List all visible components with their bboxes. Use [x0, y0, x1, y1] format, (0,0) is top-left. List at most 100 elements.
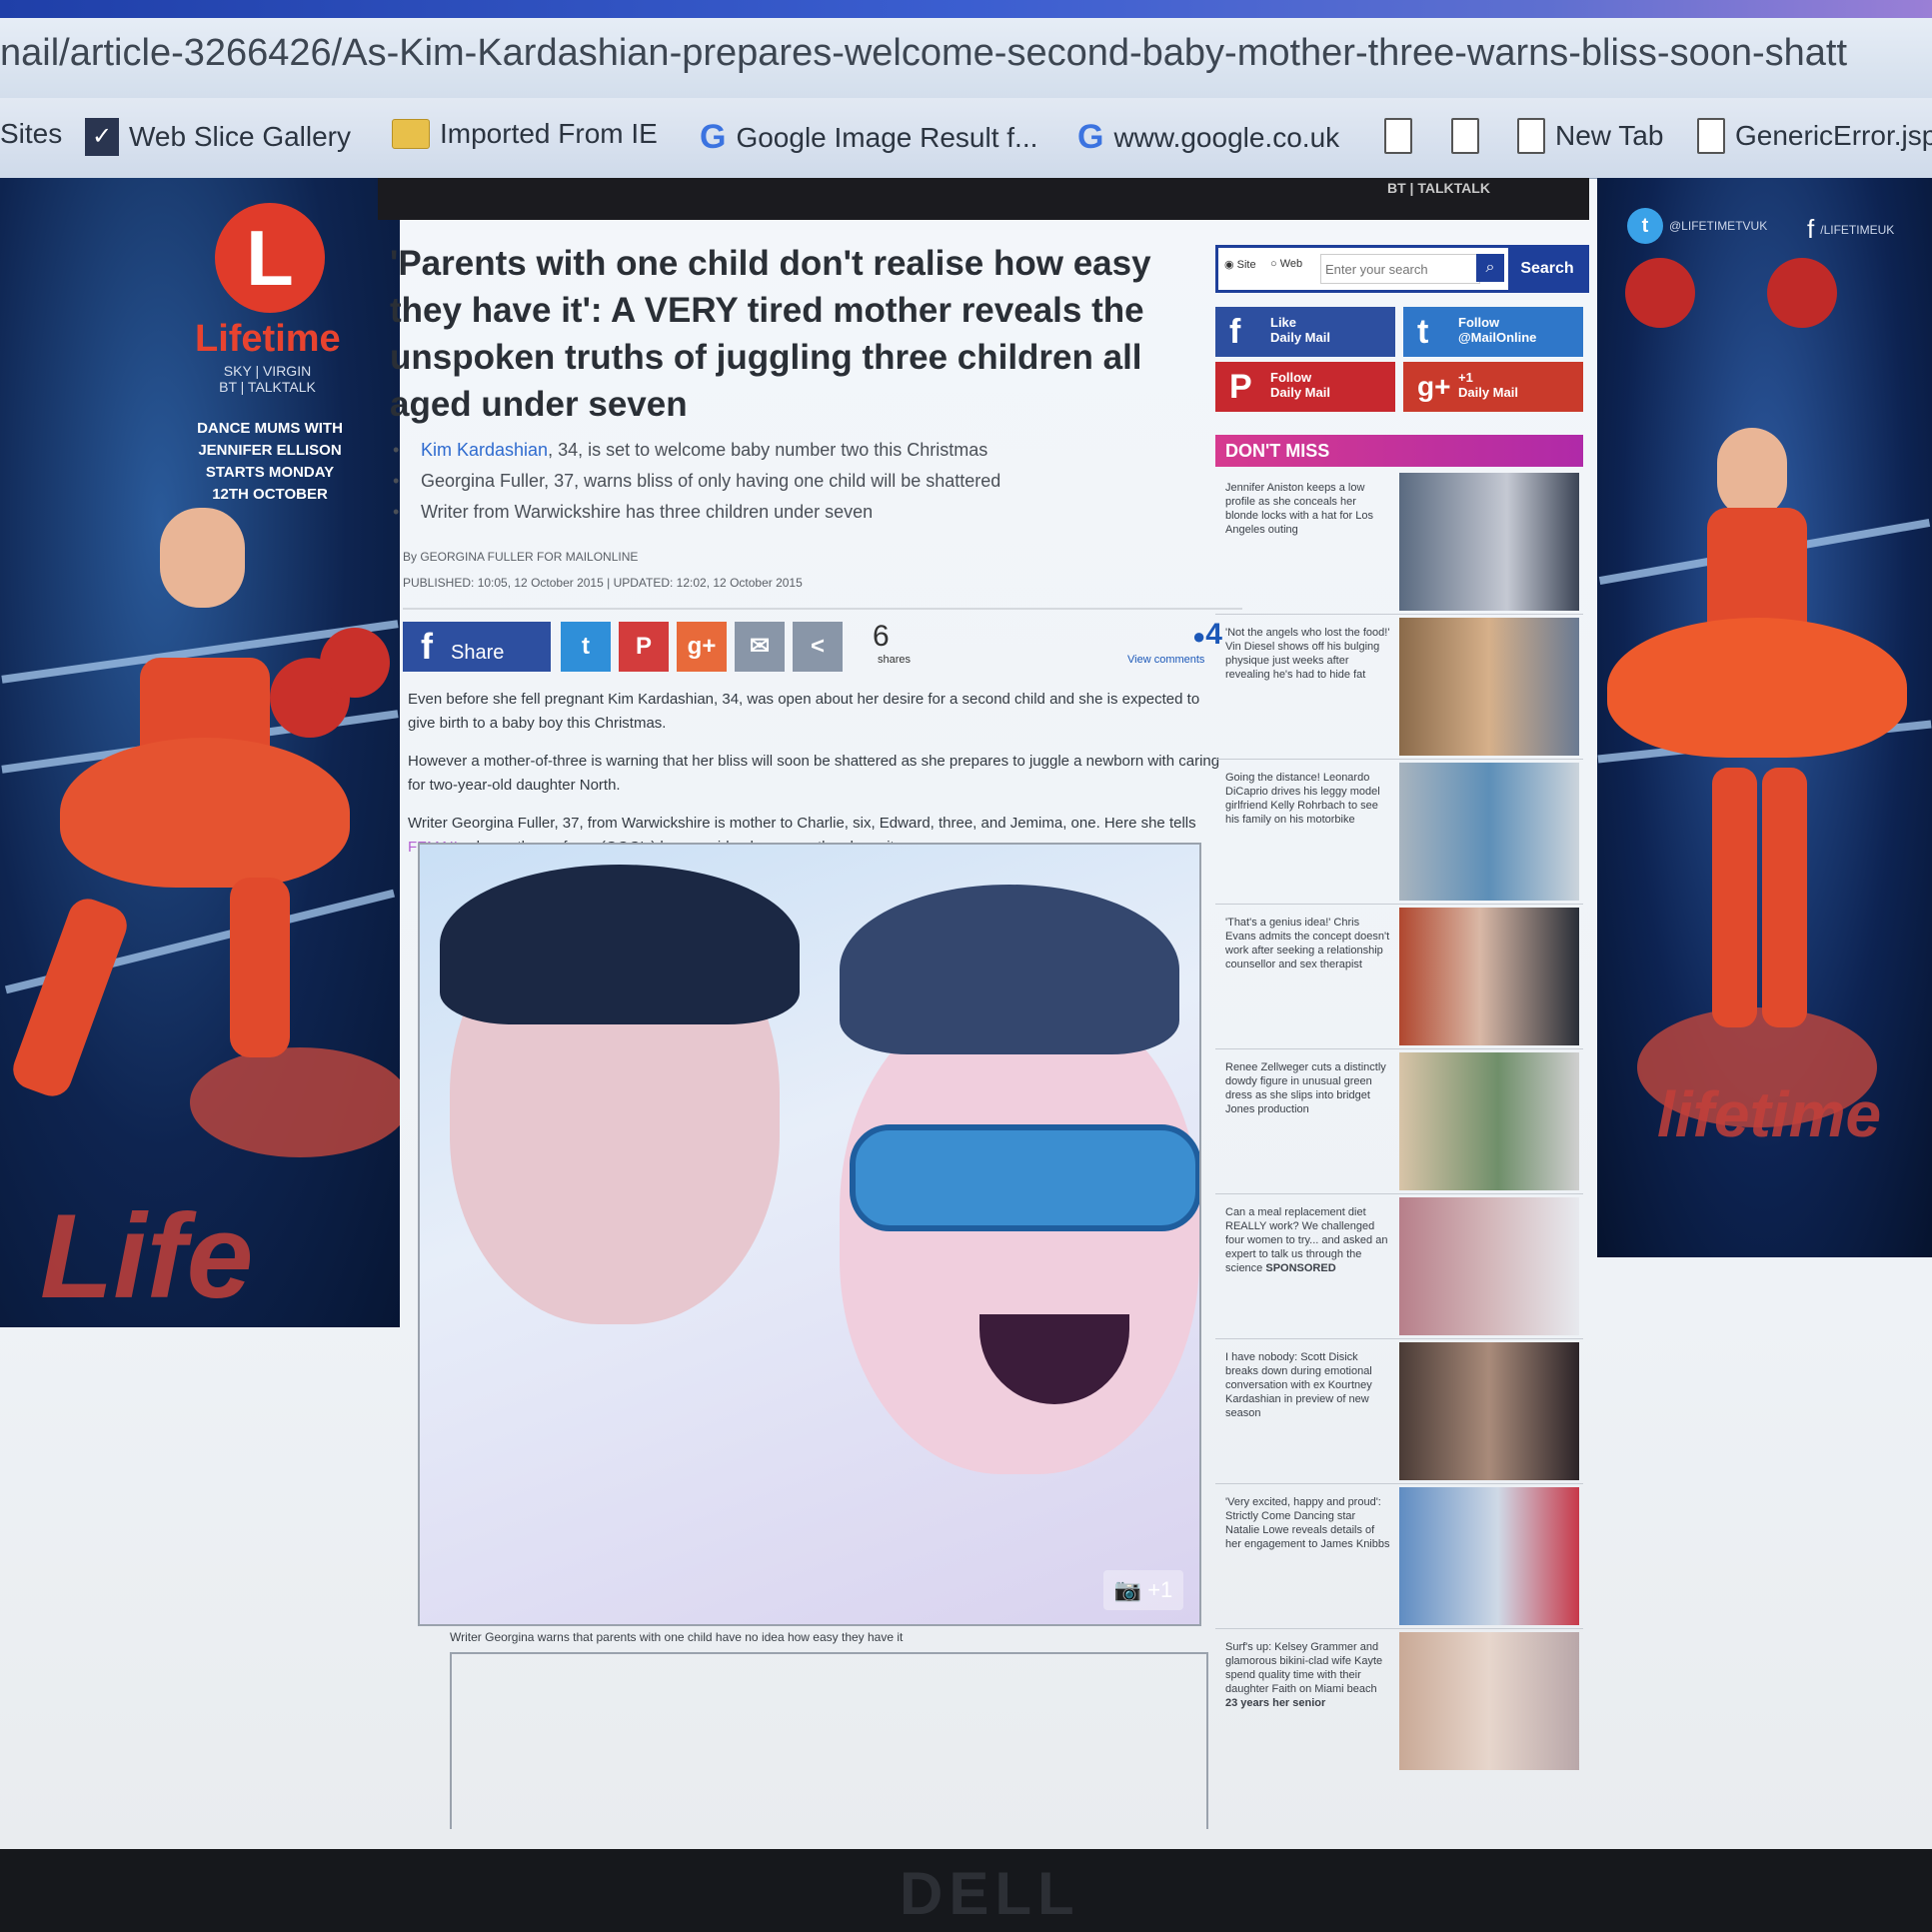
summary-bullet: Georgina Fuller, 37, warns bliss of only…: [393, 471, 1232, 492]
facebook-handle-text: /LIFETIMEUK: [1820, 222, 1895, 237]
dont-miss-thumbnail: [1399, 908, 1579, 1045]
twitter-icon: t: [1417, 313, 1429, 351]
article-paragraph: However a mother-of-three is warning tha…: [408, 753, 1220, 794]
search-button[interactable]: Search: [1508, 248, 1586, 290]
monitor-screen: nail/article-3266426/As-Kim-Kardashian-p…: [0, 0, 1932, 1849]
social-line: Follow: [1270, 370, 1312, 385]
dancer-head: [160, 508, 245, 608]
search-input[interactable]: [1320, 254, 1480, 284]
url-text[interactable]: nail/article-3266426/As-Kim-Kardashian-p…: [0, 32, 1847, 75]
embedded-ad-box: [450, 1652, 1208, 1829]
comment-bubble-icon: ●: [1192, 624, 1206, 649]
search-icon[interactable]: ⌕: [1476, 254, 1504, 282]
dancer-head: [1717, 428, 1787, 518]
social-text: Like Daily Mail: [1270, 315, 1330, 345]
share-bar: f Share t P g+ ✉ < 6 shares ●4 View comme…: [403, 608, 1242, 684]
dont-miss-item[interactable]: Surf's up: Kelsey Grammer and glamorous …: [1215, 1632, 1583, 1774]
twitter-handle-text: @LIFETIMETVUK: [1669, 219, 1768, 233]
dont-miss-item[interactable]: Jennifer Aniston keeps a low profile as …: [1215, 473, 1583, 615]
dont-miss-item[interactable]: Can a meal replacement diet REALLY work?…: [1215, 1197, 1583, 1339]
photo-girl-hair: [440, 865, 800, 1024]
paragraph-text: Writer Georgina Fuller, 37, from Warwick…: [408, 815, 1196, 832]
facebook-icon: f: [1807, 214, 1815, 244]
camera-icon[interactable]: 📷 +1: [1103, 1570, 1183, 1610]
favorite-generic-error[interactable]: GenericError.jsp:: [1697, 118, 1932, 154]
social-line: +1: [1458, 370, 1473, 385]
photo-boy-face: [840, 994, 1199, 1474]
dont-miss-text: Going the distance! Leonardo DiCaprio dr…: [1225, 772, 1380, 826]
favorite-page-2[interactable]: [1451, 118, 1479, 154]
google-plus-share-button[interactable]: g+: [677, 622, 727, 672]
article-photo[interactable]: 📷 +1: [418, 843, 1201, 1626]
dancer-leg: [1762, 768, 1807, 1027]
lifetime-advert-right[interactable]: t @LIFETIMETVUK f/LIFETIMEUK lifetime: [1597, 178, 1932, 1257]
site-radio[interactable]: ◉ Site: [1224, 258, 1256, 271]
web-radio[interactable]: ○ Web: [1270, 258, 1302, 270]
pinterest-share-button[interactable]: P: [619, 622, 669, 672]
favorite-imported-from-ie[interactable]: Imported From IE: [392, 118, 658, 150]
address-bar[interactable]: nail/article-3266426/As-Kim-Kardashian-p…: [0, 18, 1932, 99]
dont-miss-meta: 23 years her senior: [1225, 1697, 1326, 1709]
ring-floor-logo: [190, 1047, 400, 1157]
facebook-like-box[interactable]: f Like Daily Mail: [1215, 307, 1395, 357]
lifetime-floor-text: Life: [40, 1189, 254, 1323]
pinterest-follow-box[interactable]: P Follow Daily Mail: [1215, 362, 1395, 412]
favorite-page-1[interactable]: [1384, 118, 1412, 154]
google-plus-box[interactable]: g+ +1 Daily Mail: [1403, 362, 1583, 412]
dont-miss-text: Surf's up: Kelsey Grammer and glamorous …: [1225, 1640, 1390, 1710]
more-share-button[interactable]: <: [793, 622, 843, 672]
view-comments-link[interactable]: View comments: [1127, 654, 1204, 666]
article-headline: 'Parents with one child don't realise ho…: [390, 244, 1151, 424]
photo-boy-hair: [840, 885, 1179, 1054]
divider: [1215, 614, 1583, 615]
monitor-bezel: DELL: [0, 1849, 1932, 1932]
lifetime-floor-text: lifetime: [1657, 1078, 1882, 1150]
favorite-google-image-result[interactable]: G Google Image Result f...: [700, 118, 1037, 157]
dont-miss-item[interactable]: 'Very excited, happy and proud': Strictl…: [1215, 1487, 1583, 1629]
divider: [1215, 904, 1583, 905]
photo-caption: Writer Georgina warns that parents with …: [450, 1630, 904, 1644]
dancer-tutu: [60, 738, 350, 888]
dont-miss-item[interactable]: I have nobody: Scott Disick breaks down …: [1215, 1342, 1583, 1484]
dont-miss-item[interactable]: Going the distance! Leonardo DiCaprio dr…: [1215, 763, 1583, 905]
article-published-date: PUBLISHED: 10:05, 12 October 2015 | UPDA…: [403, 576, 803, 590]
page-icon: [1451, 118, 1479, 154]
dont-miss-item[interactable]: Renee Zellweger cuts a distinctly dowdy …: [1215, 1052, 1583, 1194]
divider: [1215, 1628, 1583, 1629]
twitter-follow-box[interactable]: t Follow @MailOnline: [1403, 307, 1583, 357]
favorite-sites[interactable]: Sites: [0, 118, 62, 150]
hero-image-strip: BT | TALKTALK: [378, 178, 1589, 220]
email-icon: ✉: [749, 633, 771, 660]
window-title-strip: [0, 0, 1932, 18]
hero-caption: BT | TALKTALK: [1387, 180, 1490, 196]
favorite-google-co-uk[interactable]: G www.google.co.uk: [1077, 118, 1339, 157]
social-line: Like: [1270, 315, 1297, 330]
favorite-label: Sites: [0, 118, 63, 149]
summary-bullet: Kim Kardashian, 34, is set to welcome ba…: [393, 440, 1232, 461]
page-icon: [1384, 118, 1412, 154]
email-share-button[interactable]: ✉: [735, 622, 785, 672]
dont-miss-item[interactable]: 'That's a genius idea!' Chris Evans admi…: [1215, 908, 1583, 1049]
lifetime-advert-left[interactable]: L Lifetime SKY | VIRGIN BT | TALKTALK DA…: [0, 178, 400, 1327]
favorite-new-tab[interactable]: New Tab: [1517, 118, 1663, 154]
kim-kardashian-link[interactable]: Kim Kardashian: [421, 440, 548, 460]
site-search: ◉ Site ○ Web ⌕ Search: [1215, 245, 1589, 293]
facebook-share-button[interactable]: f Share: [403, 622, 551, 672]
dont-miss-text-body: Surf's up: Kelsey Grammer and glamorous …: [1225, 1641, 1383, 1695]
dont-miss-item[interactable]: 'Not the angels who lost the food!' Vin …: [1215, 618, 1583, 760]
dont-miss-thumbnail: [1399, 1487, 1579, 1625]
dancer-leg: [1712, 768, 1757, 1027]
divider: [1215, 1193, 1583, 1194]
divider: [1215, 759, 1583, 760]
twitter-share-button[interactable]: t: [561, 622, 611, 672]
favorite-label: Imported From IE: [440, 118, 658, 149]
lifetime-channels: SKY | VIRGIN BT | TALKTALK: [219, 363, 316, 395]
dont-miss-thumbnail: [1399, 1197, 1579, 1335]
favorite-web-slice-gallery[interactable]: ✓ Web Slice Gallery: [85, 118, 351, 156]
dont-miss-thumbnail: [1399, 473, 1579, 611]
dont-miss-thumbnail: [1399, 1052, 1579, 1190]
dont-miss-text: Can a meal replacement diet REALLY work?…: [1225, 1205, 1390, 1275]
share-icon: <: [810, 633, 825, 660]
google-icon: G: [700, 118, 727, 156]
share-count: 6: [873, 620, 890, 653]
